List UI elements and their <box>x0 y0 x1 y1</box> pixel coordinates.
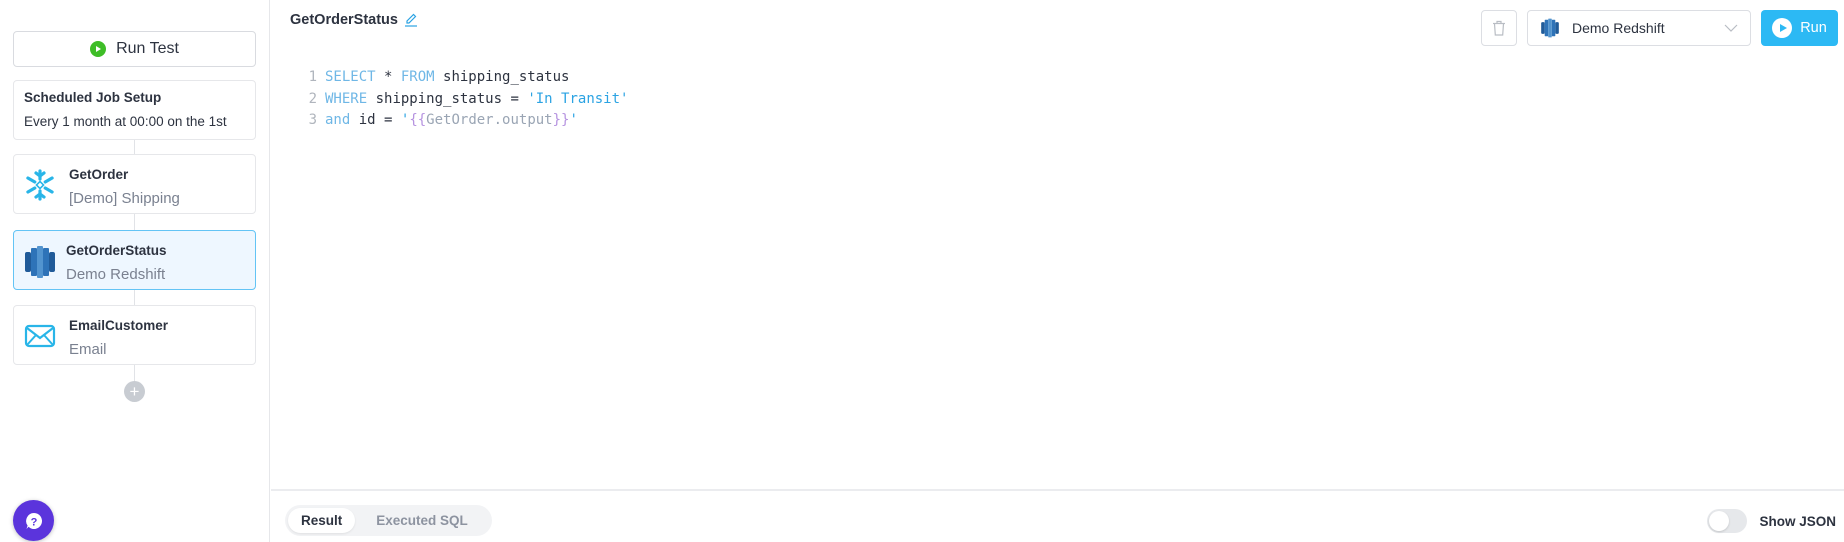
sql-code-editor[interactable]: 1 SELECT * FROM shipping_status 2 WHERE … <box>303 67 629 132</box>
redshift-icon <box>24 245 56 278</box>
delete-query-button[interactable] <box>1481 10 1517 46</box>
trash-icon <box>1493 20 1505 36</box>
envelope-icon <box>24 320 56 352</box>
schedule-title: Scheduled Job Setup <box>24 90 162 105</box>
step-name: GetOrder <box>69 167 129 182</box>
play-icon <box>90 41 107 57</box>
template-brace: }} <box>552 112 570 128</box>
step-name: EmailCustomer <box>69 318 169 333</box>
sql-token: * <box>375 69 401 85</box>
run-label: Run <box>1800 20 1827 36</box>
result-panel-bar: Result Executed SQL Show JSON <box>271 489 1844 542</box>
scheduled-job-card[interactable]: Scheduled Job Setup Every 1 month at 00:… <box>13 80 256 140</box>
line-number: 2 <box>308 90 317 107</box>
line-number: 3 <box>308 112 317 128</box>
pencil-edit-icon[interactable] <box>404 13 418 27</box>
query-title: GetOrderStatus <box>290 12 398 28</box>
sql-token: shipping_status = <box>367 90 528 107</box>
snowflake-icon <box>24 169 56 201</box>
template-variable: GetOrder <box>426 112 494 128</box>
run-test-label: Run Test <box>116 40 179 57</box>
help-question-icon: ? <box>25 512 42 529</box>
code-line: 1 SELECT * FROM shipping_status <box>303 67 628 89</box>
tab-result[interactable]: Result <box>288 508 356 533</box>
step-card-getorderstatus[interactable]: GetOrderStatus Demo Redshift <box>13 230 256 290</box>
plus-icon: + <box>129 382 140 401</box>
show-json-control: Show JSON <box>1707 509 1836 533</box>
template-variable: .output <box>493 112 553 128</box>
play-icon <box>1772 18 1793 38</box>
sql-keyword: FROM <box>400 69 435 85</box>
result-tabs: Result Executed SQL <box>285 505 492 536</box>
sql-keyword: WHERE <box>325 90 368 107</box>
sql-token: id = <box>350 112 401 128</box>
sql-keyword: SELECT <box>325 69 376 85</box>
query-toolbar: Demo Redshift Run <box>1481 10 1838 46</box>
redshift-icon <box>1541 18 1559 38</box>
show-json-label: Show JSON <box>1759 513 1836 529</box>
query-title-row: GetOrderStatus <box>290 12 418 28</box>
add-step-button[interactable]: + <box>124 381 145 402</box>
step-source: Demo Redshift <box>66 266 166 283</box>
help-chat-button[interactable]: ? <box>13 500 54 541</box>
show-json-toggle[interactable] <box>1707 509 1748 533</box>
datasource-label: Demo Redshift <box>1572 20 1665 36</box>
toggle-knob <box>1709 511 1730 531</box>
sql-string: ' <box>400 112 410 128</box>
schedule-description: Every 1 month at 00:00 on the 1st <box>24 114 227 129</box>
run-test-button[interactable]: Run Test <box>13 31 256 67</box>
chevron-down-icon <box>1724 24 1738 32</box>
sql-string: 'In Transit' <box>527 90 629 107</box>
code-line: 3 and id = '{{GetOrder .output}} ' <box>303 110 628 132</box>
svg-text:?: ? <box>30 516 37 528</box>
tab-executed-sql[interactable]: Executed SQL <box>355 508 489 533</box>
sql-token: shipping_status <box>434 69 570 85</box>
sql-keyword: and <box>325 112 351 128</box>
code-line: 2 WHERE shipping_status = 'In Transit' <box>303 89 629 111</box>
step-name: GetOrderStatus <box>66 243 167 258</box>
step-source: [Demo] Shipping <box>69 190 180 207</box>
run-query-button[interactable]: Run <box>1761 10 1838 46</box>
step-card-emailcustomer[interactable]: EmailCustomer Email <box>13 305 256 365</box>
datasource-select[interactable]: Demo Redshift <box>1527 10 1751 46</box>
template-brace: {{ <box>409 112 427 128</box>
line-number: 1 <box>308 69 317 85</box>
step-source: Email <box>69 341 107 358</box>
query-editor-panel: GetOrderStatus Demo Redshift Run 1 SELEC… <box>271 0 1844 542</box>
step-card-getorder[interactable]: GetOrder [Demo] Shipping <box>13 154 256 214</box>
sidebar: Run Test Scheduled Job Setup Every 1 mon… <box>0 0 270 542</box>
sql-string: ' <box>569 112 578 128</box>
